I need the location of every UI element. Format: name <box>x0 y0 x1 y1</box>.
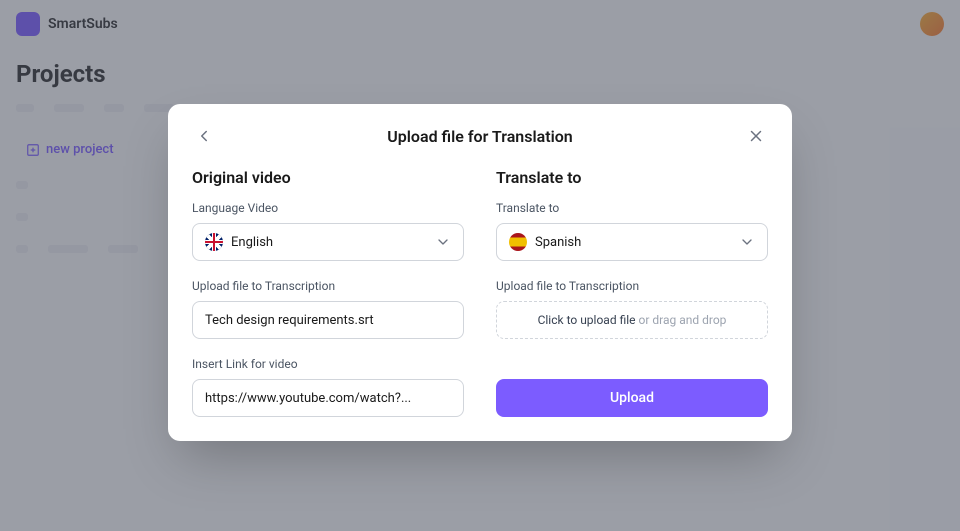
insert-link-label: Insert Link for video <box>192 357 464 371</box>
dropzone-hint: or drag and drop <box>636 313 727 327</box>
uk-flag-icon <box>205 233 223 251</box>
video-link-input[interactable] <box>205 391 451 406</box>
modal-header: Upload file for Translation <box>192 124 768 148</box>
video-link-input-wrapper <box>192 379 464 417</box>
translation-dropzone[interactable]: Click to upload file or drag and drop <box>496 301 768 339</box>
close-button[interactable] <box>744 124 768 148</box>
modal-title: Upload file for Translation <box>216 127 744 146</box>
chevron-down-icon <box>739 234 755 250</box>
close-icon <box>747 127 765 145</box>
translate-to-value: Spanish <box>535 235 731 250</box>
spain-flag-icon <box>509 233 527 251</box>
upload-right-label: Upload file to Transcription <box>496 279 768 293</box>
upload-left-label: Upload file to Transcription <box>192 279 464 293</box>
language-video-select[interactable]: English <box>192 223 464 261</box>
upload-button[interactable]: Upload <box>496 379 768 417</box>
dropzone-action: Click to upload file <box>538 313 636 327</box>
translate-to-label: Translate to <box>496 201 768 215</box>
modal-overlay: Upload file for Translation Original vid… <box>0 0 960 531</box>
translate-to-select[interactable]: Spanish <box>496 223 768 261</box>
translate-to-heading: Translate to <box>496 168 768 187</box>
chevron-down-icon <box>435 234 451 250</box>
upload-modal: Upload file for Translation Original vid… <box>168 104 792 441</box>
chevron-left-icon <box>195 127 213 145</box>
back-button[interactable] <box>192 124 216 148</box>
language-video-label: Language Video <box>192 201 464 215</box>
uploaded-file-display[interactable]: Tech design requirements.srt <box>192 301 464 339</box>
original-video-heading: Original video <box>192 168 464 187</box>
original-video-column: Original video Language Video English Up… <box>192 168 464 417</box>
language-video-value: English <box>231 235 427 250</box>
translate-to-column: Translate to Translate to Spanish Upload… <box>496 168 768 417</box>
uploaded-file-name: Tech design requirements.srt <box>205 313 374 328</box>
